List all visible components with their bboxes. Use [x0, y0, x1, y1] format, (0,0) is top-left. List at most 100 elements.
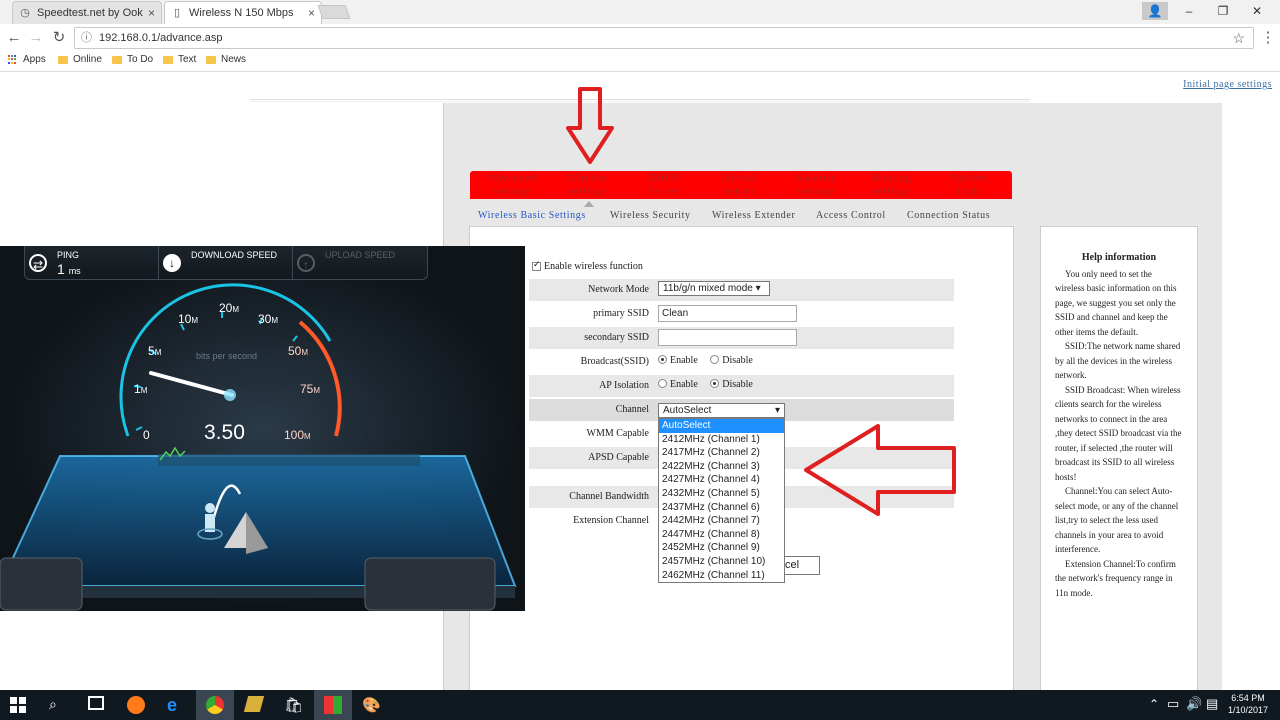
windows-start-icon[interactable] [10, 697, 26, 713]
tab-wireless-security[interactable]: Wireless Security [610, 210, 691, 221]
back-icon[interactable]: ← [5, 29, 23, 47]
help-paragraph: Extension Channel:To confirm the network… [1055, 558, 1176, 598]
dropdown-arrow-icon: ▾ [755, 283, 761, 294]
annotation-arrow-left [804, 424, 956, 516]
broadcast-enable-radio[interactable] [658, 355, 667, 364]
gauge-num: 100 [284, 428, 305, 442]
secondary-ssid-input[interactable] [658, 329, 797, 346]
gauge-unit: M [271, 316, 279, 325]
channel-option[interactable]: 2417MHz (Channel 2) [659, 446, 784, 460]
ap-isolation-disable-radio[interactable] [710, 379, 720, 388]
bookmark-label: Online [73, 54, 102, 65]
bookmark-online[interactable]: Online [58, 54, 102, 65]
channel-option[interactable]: 2442MHz (Channel 7) [659, 514, 784, 528]
search-icon[interactable]: ⌕ [49, 696, 57, 713]
channel-option[interactable]: AutoSelect [659, 419, 784, 433]
clock[interactable]: 6:54 PM 1/10/2017 [1226, 692, 1270, 716]
channel-option[interactable]: 2447MHz (Channel 8) [659, 528, 784, 542]
radio-label: Disable [722, 355, 753, 366]
bookmarks-bar: Apps Online To Do Text News [0, 52, 1280, 70]
menu-dhcp-server[interactable]: DHCP Server [632, 172, 696, 198]
channel-value: AutoSelect [663, 405, 712, 416]
channel-option[interactable]: 2427MHz (Channel 4) [659, 473, 784, 487]
enable-wireless-row[interactable]: Enable wireless function [532, 259, 643, 272]
channel-option[interactable]: 2412MHz (Channel 1) [659, 433, 784, 447]
new-tab-button[interactable] [317, 5, 351, 19]
channel-option[interactable]: 2432MHz (Channel 5) [659, 487, 784, 501]
broadcast-row: Broadcast(SSID) Enable Disable [529, 351, 954, 373]
menu-label: server [725, 185, 755, 197]
channel-option[interactable]: 2462MHz (Channel 11) [659, 569, 784, 583]
tab-connection-status[interactable]: Connection Status [907, 210, 990, 221]
edge-icon[interactable]: e [167, 695, 177, 716]
tab-wireless-extender[interactable]: Wireless Extender [712, 210, 795, 221]
paint-icon[interactable]: 🎨 [362, 696, 381, 714]
channel-option[interactable]: 2457MHz (Channel 10) [659, 555, 784, 569]
initial-page-settings-link[interactable]: Initial page settings [1183, 79, 1272, 90]
gauge-num: 20 [219, 301, 233, 315]
user-icon[interactable]: 👤 [1142, 2, 1168, 20]
network-mode-select[interactable]: 11b/g/n mixed mode ▾ [658, 281, 770, 296]
ping-label: PING [57, 250, 80, 260]
task-view-icon[interactable] [88, 696, 104, 710]
menu-icon[interactable]: ⋮ [1259, 29, 1277, 47]
bookmark-star-icon[interactable]: ☆ [1232, 28, 1245, 48]
app-icon [324, 696, 342, 714]
channel-option[interactable]: 2452MHz (Channel 9) [659, 541, 784, 555]
restore-button[interactable]: ❐ [1210, 2, 1236, 20]
bookmark-text[interactable]: Text [163, 54, 196, 65]
keyboard-icon[interactable]: ▤ [1206, 696, 1218, 712]
close-window-button[interactable]: ✕ [1244, 2, 1270, 20]
annotation-arrow-down [566, 87, 614, 164]
volume-icon[interactable]: 🔊 [1186, 696, 1202, 712]
minimize-button[interactable]: – [1176, 2, 1202, 20]
menu-advanced-settings[interactable]: Advanced settings [480, 172, 544, 198]
firefox-icon[interactable] [127, 696, 145, 714]
ap-isolation-enable-radio[interactable] [658, 379, 667, 388]
bookmark-label: News [221, 54, 247, 65]
chevron-up-icon[interactable]: ⌃ [1149, 697, 1159, 711]
menu-label: System [951, 172, 987, 184]
chrome-taskbar-button[interactable] [196, 690, 234, 720]
secondary-ssid-label: secondary SSID [584, 332, 649, 343]
menu-security-settings[interactable]: Security settings [784, 172, 848, 198]
forward-icon[interactable]: → [27, 29, 45, 47]
network-mode-value: 11b/g/n mixed mode [663, 283, 753, 294]
download-panel: ↓ DOWNLOAD SPEED [159, 246, 293, 280]
address-bar[interactable]: ⓘ 192.168.0.1/advance.asp ☆ [74, 27, 1254, 49]
close-icon[interactable]: × [308, 6, 315, 20]
menu-label: Security [795, 172, 837, 184]
menu-virtual-server[interactable]: Virtual server [708, 172, 772, 198]
close-icon[interactable]: × [148, 6, 155, 20]
tab-wireless-basic-settings[interactable]: Wireless Basic Settings [478, 210, 586, 221]
bookmark-news[interactable]: News [206, 54, 246, 65]
app-icon[interactable] [243, 696, 265, 712]
tab-access-control[interactable]: Access Control [816, 210, 886, 221]
network-icon[interactable]: ▭ [1167, 696, 1179, 712]
menu-system-tools[interactable]: System tools [936, 172, 1002, 198]
app-taskbar-button[interactable] [314, 690, 352, 720]
primary-ssid-input[interactable]: Clean [658, 305, 797, 322]
bookmark-todo[interactable]: To Do [112, 54, 153, 65]
tab-router[interactable]: ▯ Wireless N 150 Mbps EA × [164, 1, 322, 24]
store-icon[interactable]: 🛍 [284, 696, 303, 714]
channel-select[interactable]: AutoSelect ▾ [658, 403, 785, 418]
bookmark-apps[interactable]: Apps [8, 54, 46, 65]
channel-option[interactable]: 2422MHz (Channel 3) [659, 460, 784, 474]
upload-label: UPLOAD SPEED [325, 250, 396, 260]
broadcast-disable-radio[interactable] [710, 355, 720, 364]
channel-option[interactable]: 2437MHz (Channel 6) [659, 501, 784, 515]
speed-gauge [0, 283, 517, 611]
menu-routing-settings[interactable]: Routing settings [860, 172, 924, 198]
menu-wireless-settings[interactable]: Wireless settings [556, 172, 620, 198]
enable-wireless-checkbox[interactable] [532, 259, 541, 271]
menu-label: Routing [872, 172, 912, 184]
tab-speedtest[interactable]: ◷ Speedtest.net by Ookla - × [12, 1, 162, 24]
gauge-unit: M [191, 316, 199, 325]
cancel-button[interactable]: cel [780, 556, 820, 575]
info-icon[interactable]: ⓘ [81, 28, 92, 48]
gauge-num: 10 [178, 312, 192, 326]
radio-label: Enable [670, 355, 698, 366]
reload-icon[interactable]: ↻ [50, 29, 68, 47]
gauge-unit: M [304, 432, 311, 441]
